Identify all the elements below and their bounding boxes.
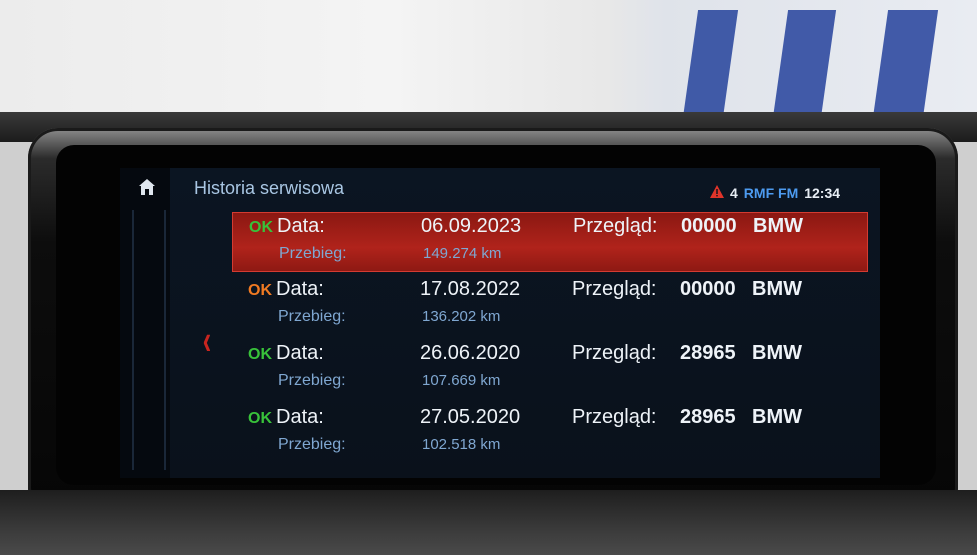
service-date: 27.05.2020 bbox=[420, 406, 521, 428]
screen-header: Historia serwisowa 4 RMF FM 12:34 bbox=[180, 174, 880, 204]
service-entry-row[interactable]: OK Data: Przebieg: 17.08.2022 136.202 km… bbox=[232, 276, 866, 334]
clock: 12:34 bbox=[804, 185, 841, 201]
service-entry-row[interactable]: OK Data: Przebieg: 06.09.2023 149.274 km… bbox=[232, 212, 868, 272]
mileage-label: Przebieg: bbox=[279, 245, 347, 262]
status-badge: OK bbox=[248, 346, 272, 363]
date-label: Data: bbox=[276, 342, 324, 364]
inspection-label: Przegląd: bbox=[572, 406, 657, 428]
wall-graphic bbox=[871, 10, 939, 125]
status-badge: OK bbox=[248, 410, 272, 427]
service-mileage: 107.669 km bbox=[422, 372, 501, 389]
rail-divider bbox=[164, 210, 166, 470]
inspection-label: Przegląd: bbox=[572, 278, 657, 300]
date-label: Data: bbox=[276, 406, 324, 428]
status-badge: OK bbox=[249, 219, 273, 236]
chevron-left-icon[interactable]: ‹ bbox=[203, 318, 217, 362]
side-rail bbox=[120, 168, 170, 478]
infotainment-screen: Historia serwisowa 4 RMF FM 12:34 ‹ OK D… bbox=[120, 168, 880, 478]
service-date: 06.09.2023 bbox=[421, 215, 522, 237]
home-icon-glyph bbox=[139, 179, 155, 195]
page-title: Historia serwisowa bbox=[194, 178, 345, 198]
date-label: Data: bbox=[277, 215, 325, 237]
date-label: Data: bbox=[276, 278, 324, 300]
home-icon[interactable] bbox=[136, 178, 158, 200]
dashboard-bottom bbox=[0, 490, 977, 555]
inspection-number: 28965 bbox=[680, 406, 736, 428]
radio-station[interactable]: RMF FM bbox=[744, 185, 798, 201]
inspection-number: 28965 bbox=[680, 342, 736, 364]
inspection-label: Przegląd: bbox=[572, 342, 657, 364]
inspection-number: 00000 bbox=[681, 215, 737, 237]
mileage-label: Przebieg: bbox=[278, 372, 346, 389]
warning-triangle-icon[interactable] bbox=[710, 185, 724, 201]
service-brand: BMW bbox=[752, 278, 802, 300]
service-brand: BMW bbox=[752, 406, 802, 428]
mileage-label: Przebieg: bbox=[278, 436, 346, 453]
wall-graphic bbox=[771, 10, 837, 125]
service-brand: BMW bbox=[752, 342, 802, 364]
wall-graphic bbox=[681, 10, 739, 125]
service-date: 17.08.2022 bbox=[420, 278, 521, 300]
service-mileage: 102.518 km bbox=[422, 436, 501, 453]
service-mileage: 149.274 km bbox=[423, 245, 502, 262]
service-date: 26.06.2020 bbox=[420, 342, 521, 364]
status-bar: 4 RMF FM 12:34 bbox=[710, 182, 880, 204]
mileage-label: Przebieg: bbox=[278, 308, 346, 325]
rail-divider bbox=[132, 210, 134, 470]
inspection-label: Przegląd: bbox=[573, 215, 658, 237]
warning-count: 4 bbox=[730, 185, 738, 201]
service-entry-row[interactable]: OK Data: Przebieg: 26.06.2020 107.669 km… bbox=[232, 340, 866, 398]
service-entry-row[interactable]: OK Data: Przebieg: 27.05.2020 102.518 km… bbox=[232, 404, 866, 462]
warning-triangle-glyph bbox=[710, 185, 724, 198]
status-badge: OK bbox=[248, 282, 272, 299]
background-wall bbox=[0, 0, 977, 125]
inspection-number: 00000 bbox=[680, 278, 736, 300]
service-brand: BMW bbox=[753, 215, 803, 237]
service-mileage: 136.202 km bbox=[422, 308, 501, 325]
